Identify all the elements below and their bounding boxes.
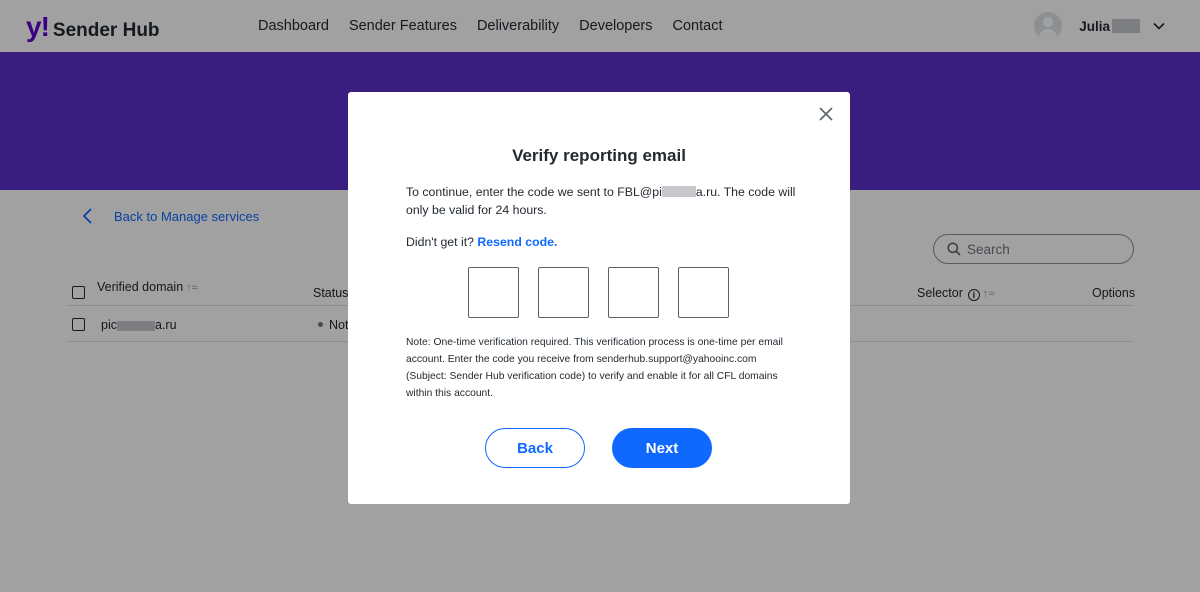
dialog-description: To continue, enter the code we sent to F… <box>406 183 806 219</box>
resend-code-link[interactable]: Resend code. <box>477 235 557 249</box>
code-digit-3[interactable] <box>608 267 659 318</box>
code-digit-4[interactable] <box>678 267 729 318</box>
description-start: To continue, enter the code we sent to F… <box>406 185 662 199</box>
code-digit-2[interactable] <box>538 267 589 318</box>
verification-note: Note: One-time verification required. Th… <box>406 337 783 399</box>
close-icon[interactable] <box>818 106 834 122</box>
dialog-title: Verify reporting email <box>512 146 686 165</box>
code-digit-1[interactable] <box>468 267 519 318</box>
back-button[interactable]: Back <box>485 428 585 468</box>
verify-email-dialog: Verify reporting email To continue, ente… <box>348 92 850 504</box>
next-button[interactable]: Next <box>612 428 712 468</box>
verification-code-inputs <box>468 267 729 318</box>
redacted-email <box>661 186 696 197</box>
resend-prompt: Didn't get it? <box>406 235 474 249</box>
resend-line: Didn't get it? Resend code. <box>406 235 557 249</box>
